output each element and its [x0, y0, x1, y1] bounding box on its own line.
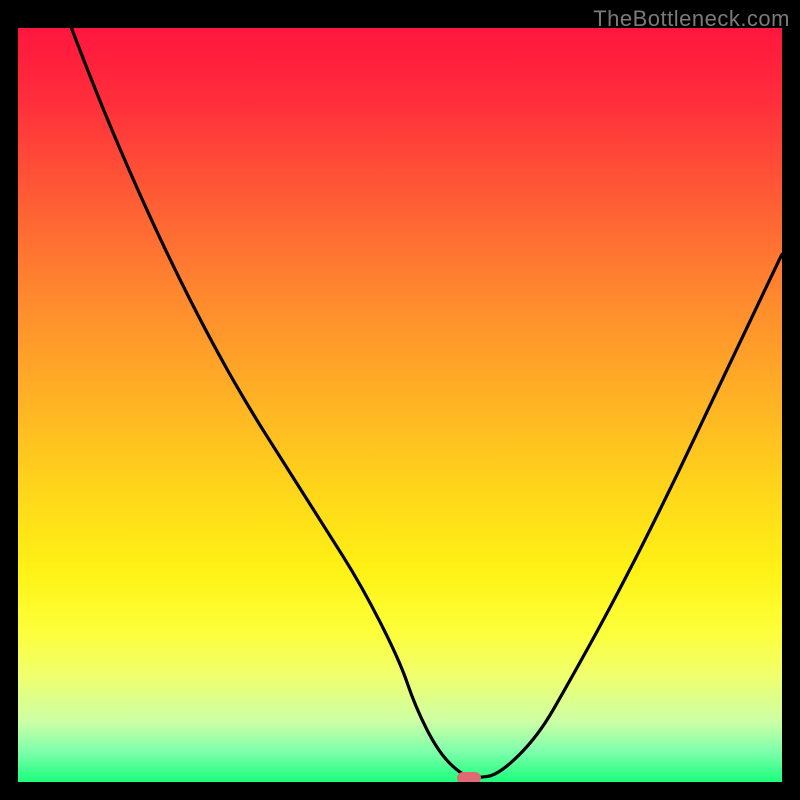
- curve-layer: [18, 28, 782, 782]
- chart-container: TheBottleneck.com: [0, 0, 800, 800]
- optimal-marker: [457, 772, 481, 782]
- bottleneck-curve: [72, 28, 783, 777]
- watermark-label: TheBottleneck.com: [593, 6, 790, 32]
- plot-area: [18, 28, 782, 782]
